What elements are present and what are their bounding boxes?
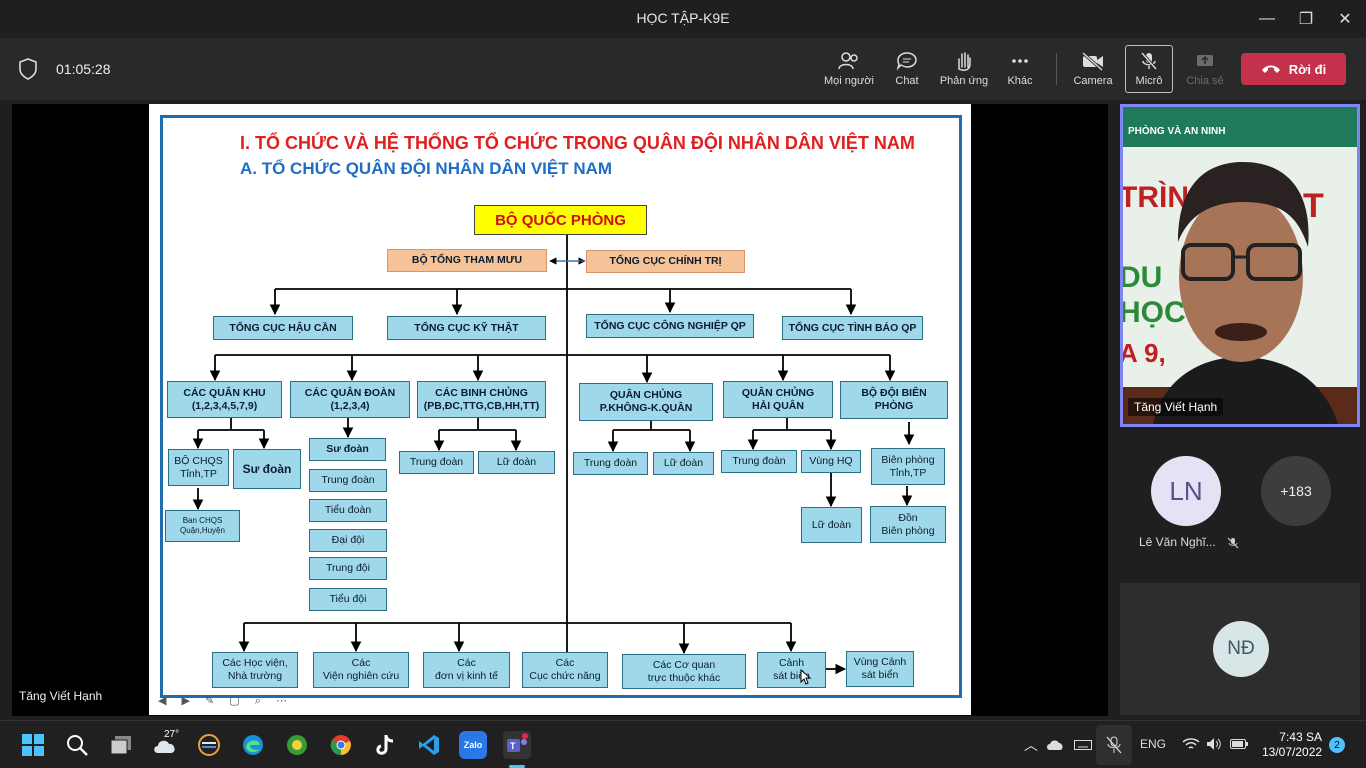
participant-video: T TRÌN DU HỌC A 9, [1123, 107, 1357, 424]
svg-text:HỌC: HỌC [1123, 296, 1186, 329]
presenter-caption: Tăng Viết Hạnh [19, 689, 103, 703]
org-quandoan-unit: Đại đội [309, 529, 387, 552]
coc-coc-icon [287, 735, 307, 755]
org-haiquan-unit: Trung đoàn [721, 450, 797, 473]
zalo-button[interactable]: Zalo [459, 731, 487, 759]
org-bchqs: BỘ CHQS Tỉnh,TP [168, 449, 229, 486]
svg-text:TRÌN: TRÌN [1123, 180, 1189, 214]
clock-time: 7:43 SA [1279, 730, 1322, 744]
onedrive-icon[interactable] [1046, 739, 1064, 751]
mic-off-icon [1227, 537, 1239, 549]
org-bienphong-unit: Biên phòng Tỉnh,TP [871, 448, 945, 485]
app-icon[interactable] [195, 731, 223, 759]
search-icon [67, 735, 88, 756]
org-quandoan-unit: Tiểu đoàn [309, 499, 387, 522]
language-indicator[interactable]: ENG [1140, 737, 1166, 751]
video-banner: PHÒNG VÀ AN NINH [1128, 126, 1226, 137]
org-phongkhong-unit: Lữ đoàn [653, 452, 714, 475]
org-bottom-unit: Vùng Cảnh sát biển [846, 651, 914, 687]
windows-logo-icon [22, 734, 44, 756]
org-haiquan-unit: Vùng HQ [801, 450, 861, 473]
org-level2: TỔNG CỤC HẬU CẦN [213, 316, 353, 340]
svg-text:T: T [510, 741, 516, 751]
slideshow-controls[interactable]: ◀ ▶ ✎ ▢ ⌕ ⋯ [158, 694, 293, 708]
org-bottom-unit: Cảnh sát biển [757, 652, 826, 688]
org-level3: QUÂN CHỦNG P.KHÔNG-K.QUÂN [579, 383, 713, 421]
edge-button[interactable] [239, 731, 267, 759]
windows-taskbar: 27° Zalo T ︿ ENG 7:43 SA 13/07/2022 2 [0, 720, 1366, 768]
org-haiquan-unit: Lữ đoàn [801, 507, 862, 543]
participant-name: Lê Văn Nghĩ... [1139, 535, 1216, 549]
org-level2: TỔNG CỤC TÌNH BÁO QP [782, 316, 923, 340]
volume-icon[interactable] [1206, 737, 1222, 751]
svg-text:DU: DU [1123, 261, 1162, 294]
org-level2: TỔNG CỤC KỸ THẬT [387, 316, 546, 340]
tiktok-icon [376, 735, 394, 755]
org-level3: CÁC QUÂN KHU (1,2,3,4,5,7,9) [167, 381, 282, 418]
org-level3: CÁC QUÂN ĐOÀN (1,2,3,4) [290, 381, 410, 418]
org-binhchung-unit: Lữ đoàn [478, 451, 555, 474]
edge-icon [243, 735, 263, 755]
participant-video-tile[interactable]: T TRÌN DU HỌC A 9, [1120, 104, 1360, 427]
org-level3: QUÂN CHỦNG HẢI QUÂN [723, 381, 833, 418]
org-level1: BỘ TỔNG THAM MƯU [387, 249, 547, 272]
teams-button[interactable]: T [503, 731, 531, 759]
chrome-icon [330, 735, 351, 756]
search-button[interactable] [63, 731, 91, 759]
task-view-icon [110, 736, 131, 755]
avatar: NĐ [1213, 621, 1269, 677]
more-participants-button[interactable]: +183 [1261, 456, 1331, 526]
org-level1: TỔNG CỤC CHÍNH TRỊ [586, 250, 745, 273]
start-button[interactable] [19, 731, 47, 759]
org-bienphong-unit: Đồn Biên phòng [870, 506, 946, 543]
teams-icon: T [507, 733, 528, 752]
weather-temp: 27° [164, 729, 180, 740]
tray-overflow-icon[interactable]: ︿ [1024, 735, 1038, 755]
org-su-doan: Sư đoàn [233, 449, 301, 489]
org-bottom-unit: Các Viện nghiên cứu [313, 652, 409, 688]
org-ban-chqs: Ban CHQS Quận,Huyện [165, 510, 240, 542]
clock-date: 13/07/2022 [1262, 745, 1323, 759]
chrome-button[interactable] [327, 731, 355, 759]
svg-text:A 9,: A 9, [1123, 338, 1166, 368]
org-quandoan-unit: Tiểu đội [309, 588, 387, 611]
avatar[interactable]: LN [1151, 456, 1221, 526]
participant-name-label: Lê Văn Nghĩ... [1139, 535, 1239, 549]
org-phongkhong-unit: Trung đoàn [573, 452, 648, 475]
task-view-button[interactable] [107, 731, 135, 759]
org-level2: TỔNG CỤC CÔNG NGHIỆP QP [586, 314, 754, 338]
participant-name-label: Tăng Viết Hạnh [1128, 398, 1224, 416]
org-level3: BỘ ĐỘI BIÊN PHÒNG [840, 381, 948, 419]
vscode-button[interactable] [415, 731, 443, 759]
org-level3: CÁC BINH CHỦNG (PB,ĐC,TTG,CB,HH,TT) [417, 381, 546, 418]
vscode-icon [419, 735, 439, 755]
org-quandoan-unit: Trung đội [309, 557, 387, 580]
tiktok-button[interactable] [371, 731, 399, 759]
notification-badge[interactable]: 2 [1329, 737, 1345, 753]
org-root: BỘ QUỐC PHÒNG [474, 205, 647, 235]
org-quandoan-unit: Sư đoàn [309, 438, 386, 461]
stacked-app-icon [198, 734, 220, 756]
clock[interactable]: 7:43 SA 13/07/2022 [1262, 730, 1322, 760]
wifi-icon[interactable] [1182, 737, 1200, 751]
keyboard-icon[interactable] [1074, 740, 1092, 750]
org-bottom-unit: Các Cơ quan trực thuộc khác [622, 654, 746, 689]
org-bottom-unit: Các Cục chức năng [522, 652, 608, 688]
battery-icon[interactable] [1230, 739, 1248, 749]
org-bottom-unit: Các đơn vị kinh tế [423, 652, 510, 688]
org-binhchung-unit: Trung đoàn [399, 451, 474, 474]
mic-muted-icon [1106, 736, 1122, 754]
org-quandoan-unit: Trung đoàn [309, 469, 387, 492]
org-bottom-unit: Các Học viện, Nhà trường [212, 652, 298, 688]
mouse-cursor-icon [800, 669, 812, 685]
app-icon[interactable] [283, 731, 311, 759]
